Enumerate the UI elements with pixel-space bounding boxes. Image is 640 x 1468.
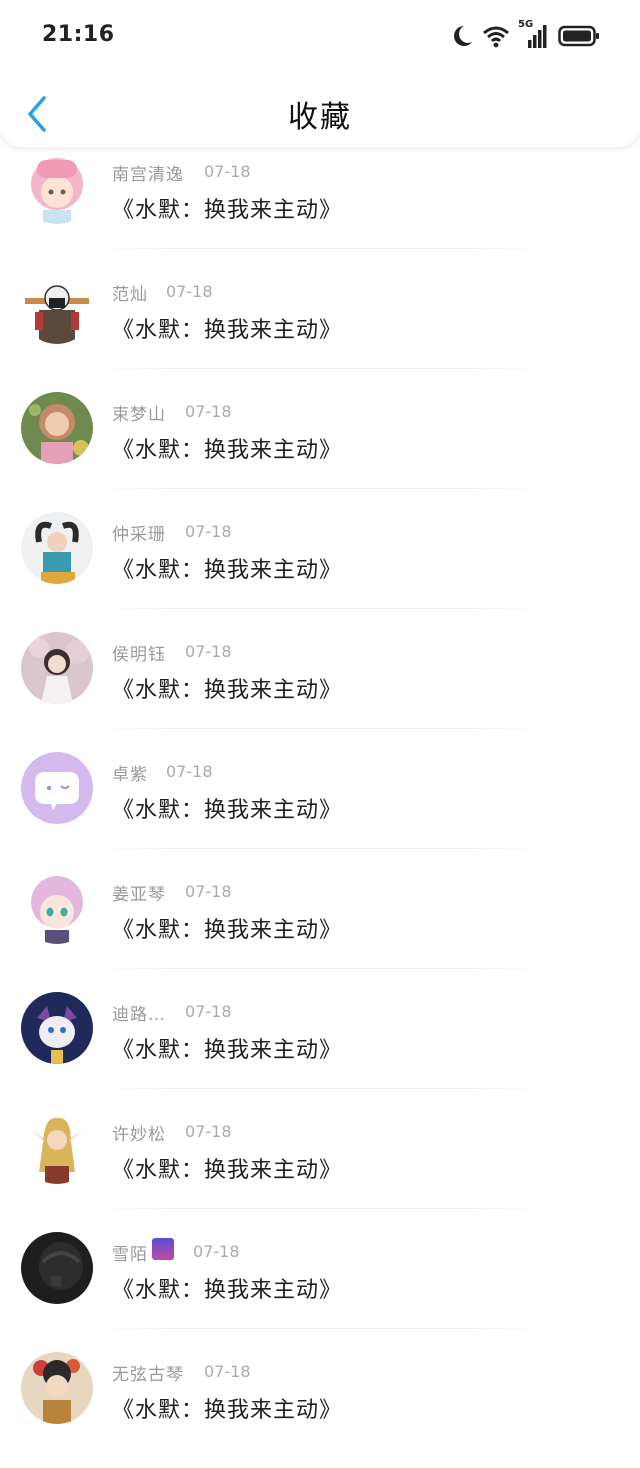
user-name: 迪路… [112,1005,166,1025]
avatar[interactable] [21,992,93,1064]
wifi-icon [483,26,509,48]
user-name: 许妙松 [112,1125,166,1145]
avatar[interactable] [21,1352,93,1424]
divider [96,1088,546,1089]
date: 07-18 [185,402,232,421]
list-item[interactable]: 无弦古琴 07-18 《水默：换我来主动》 [0,1348,640,1468]
divider [96,1328,546,1329]
message-text: 《水默：换我来主动》 [112,198,343,223]
divider [96,728,546,729]
list-item[interactable]: 束梦山 07-18 《水默：换我来主动》 [0,388,640,508]
divider [96,248,546,249]
avatar[interactable] [21,392,93,464]
user-name: 无弦古琴 [112,1365,184,1385]
list-item[interactable]: 南宫清逸 07-18 《水默：换我来主动》 [0,148,640,268]
user-name: 南宫清逸 [112,165,184,185]
user-name: 仲采珊 [112,525,166,545]
message-text: 《水默：换我来主动》 [112,318,343,343]
list-item[interactable]: 范灿 07-18 《水默：换我来主动》 [0,268,640,388]
divider [96,488,546,489]
top-bar: 21:16 5G 收藏 [0,0,640,147]
date: 07-18 [185,642,232,661]
message-text: 《水默：换我来主动》 [112,798,343,823]
list-item[interactable]: 迪路… 07-18 《水默：换我来主动》 [0,988,640,1108]
avatar[interactable] [21,272,93,344]
user-name: 卓紫 [112,765,148,785]
avatar[interactable] [21,752,93,824]
user-name: 雪陌 [112,1245,148,1265]
user-name: 姜亚琴 [112,885,166,905]
moon-icon [454,26,472,46]
message-text: 《水默：换我来主动》 [112,438,343,463]
date: 07-18 [185,1002,232,1021]
date: 07-18 [166,762,213,781]
list-item[interactable]: 侯明钰 07-18 《水默：换我来主动》 [0,628,640,748]
date: 07-18 [185,522,232,541]
signal-icon: 5G [518,19,550,50]
list-item[interactable]: 许妙松 07-18 《水默：换我来主动》 [0,1108,640,1228]
date: 07-18 [166,282,213,301]
avatar[interactable] [21,512,93,584]
divider [96,368,546,369]
date: 07-18 [185,1122,232,1141]
date: 07-18 [204,1362,251,1381]
message-text: 《水默：换我来主动》 [112,1038,343,1063]
message-text: 《水默：换我来主动》 [112,558,343,583]
battery-icon [558,25,599,47]
message-text: 《水默：换我来主动》 [112,918,343,943]
avatar[interactable] [21,632,93,704]
message-text: 《水默：换我来主动》 [112,1398,343,1423]
avatar[interactable] [21,872,93,944]
date: 07-18 [185,882,232,901]
page-title: 收藏 [288,100,352,135]
user-name: 侯明钰 [112,645,166,665]
list-item[interactable]: 姜亚琴 07-18 《水默：换我来主动》 [0,868,640,988]
avatar[interactable] [21,1112,93,1184]
avatar[interactable] [21,152,93,224]
list-item[interactable]: 仲采珊 07-18 《水默：换我来主动》 [0,508,640,628]
divider [96,968,546,969]
status-time: 21:16 [42,22,115,47]
date: 07-18 [193,1242,240,1261]
status-icons: 5G [450,19,600,50]
avatar[interactable] [21,1232,93,1304]
list-item[interactable]: 卓紫 07-18 《水默：换我来主动》 [0,748,640,868]
message-text: 《水默：换我来主动》 [112,1278,343,1303]
message-text: 《水默：换我来主动》 [112,1158,343,1183]
user-name: 束梦山 [112,405,166,425]
list-item[interactable]: 雪陌 07-18 《水默：换我来主动》 [0,1228,640,1348]
user-name: 范灿 [112,285,148,305]
message-text: 《水默：换我来主动》 [112,678,343,703]
date: 07-18 [204,162,251,181]
divider [96,608,546,609]
divider [96,848,546,849]
divider [96,1208,546,1209]
status-bar: 21:16 5G [0,0,640,72]
emoji-badge [152,1238,174,1260]
